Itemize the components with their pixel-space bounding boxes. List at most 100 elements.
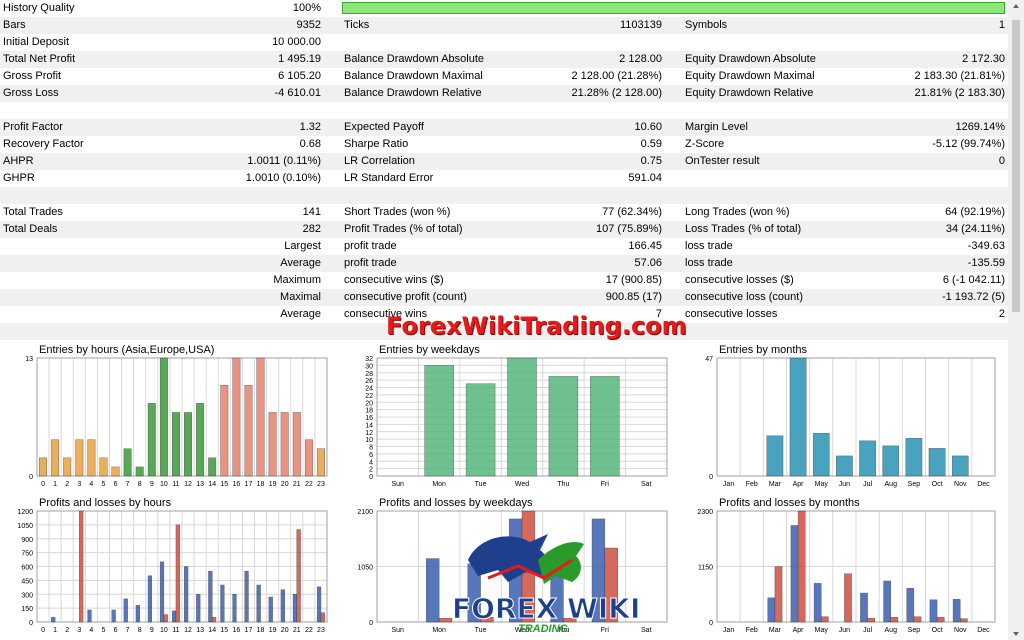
- report-value-2: 166.45: [628, 240, 662, 252]
- logo-subtitle: TRADING: [518, 623, 569, 635]
- x-tick-label: 0: [41, 481, 45, 488]
- x-tick-label: Mon: [432, 481, 446, 488]
- bar: [766, 435, 784, 477]
- report-label-1: AHPR: [3, 155, 34, 167]
- report-label-3: consecutive losses ($): [685, 274, 794, 286]
- report-label-2: Short Trades (won %): [344, 206, 451, 218]
- bar: [111, 609, 116, 623]
- bar: [208, 570, 213, 623]
- scroll-down-arrow-icon[interactable]: [1013, 632, 1019, 636]
- report-value-3: 2 183.30 (21.81%): [914, 70, 1005, 82]
- bar: [426, 558, 440, 623]
- bar: [812, 433, 830, 477]
- x-tick-label: 16: [232, 481, 240, 488]
- report-label-3: Equity Drawdown Absolute: [685, 53, 816, 65]
- scroll-up-arrow-icon[interactable]: [1013, 4, 1019, 8]
- report-label-2: Profit Trades (% of total): [344, 223, 463, 235]
- bar: [465, 383, 496, 477]
- x-tick-label: 7: [126, 627, 130, 634]
- bar: [304, 439, 313, 477]
- x-tick-label: 1: [53, 481, 57, 488]
- y-tick-label: 20: [365, 400, 373, 407]
- x-tick-label: Nov: [954, 481, 967, 488]
- bar: [952, 599, 961, 623]
- bar: [960, 618, 968, 623]
- report-label-3: Long Trades (won %): [685, 206, 790, 218]
- report-value-2: 2 128.00: [619, 53, 662, 65]
- x-tick-label: 9: [150, 481, 154, 488]
- x-tick-label: 5: [102, 481, 106, 488]
- report-value-3: 1: [998, 19, 1005, 31]
- y-tick-label: 14: [365, 422, 373, 429]
- report-value-3: 34 (24.11%): [945, 223, 1005, 235]
- bar: [883, 580, 891, 623]
- report-label-1: Total Deals: [3, 223, 58, 235]
- bar: [135, 466, 144, 477]
- y-tick-label: 0: [369, 620, 373, 627]
- report-value-2: 21.28% (2 128.00): [571, 87, 662, 99]
- chart-svg: 0 1150 2300 Jan Feb Mar Apr May Jun Jul Aug Sep Oct N…: [697, 509, 996, 634]
- report-value-1: 1.32: [299, 121, 321, 133]
- x-tick-label: 4: [89, 481, 93, 488]
- bar: [51, 617, 56, 623]
- report-label-1: Recovery Factor: [3, 138, 84, 150]
- bar: [913, 616, 922, 623]
- bar: [232, 357, 241, 477]
- report-value-2: 57.06: [634, 257, 662, 269]
- report-value-2: 17 (900.85): [605, 274, 662, 286]
- x-tick-label: Oct: [932, 627, 943, 634]
- report-label-3: consecutive loss (count): [685, 291, 803, 303]
- report-row: Gross Profit 6 105.20 Balance Drawdown Max…: [0, 68, 1008, 85]
- bar: [111, 466, 120, 477]
- report-value-1: Average: [280, 257, 321, 269]
- bar: [220, 584, 225, 623]
- x-tick-label: 23: [317, 627, 325, 634]
- chart-5: Profits and losses by months 0 1150 2300 Jan…: [680, 497, 1008, 640]
- y-tick-label: 0: [369, 474, 373, 481]
- report-label-2: profit trade: [344, 240, 397, 252]
- bar: [320, 612, 325, 623]
- report-label-2: Ticks: [344, 19, 370, 31]
- bar: [147, 575, 152, 623]
- y-tick-label: 18: [365, 408, 373, 415]
- bar: [951, 455, 969, 477]
- x-tick-label: 13: [196, 627, 204, 634]
- report-row: [0, 187, 1008, 204]
- bar: [867, 617, 875, 623]
- x-tick-label: 15: [220, 627, 228, 634]
- history-quality-value: 100%: [292, 2, 321, 14]
- bar: [296, 529, 301, 623]
- bar: [256, 584, 261, 623]
- y-tick-label: 26: [365, 378, 373, 385]
- x-tick-label: 22: [305, 481, 313, 488]
- report-label-1: GHPR: [3, 172, 35, 184]
- y-tick-label: 30: [365, 363, 373, 370]
- logo-title: FOREX WIKI: [451, 592, 641, 626]
- x-tick-label: 20: [281, 627, 289, 634]
- report-label-2: consecutive profit (count): [344, 291, 467, 303]
- x-tick-label: Sep: [908, 481, 921, 488]
- bar: [184, 412, 192, 477]
- bar: [774, 566, 783, 623]
- y-tick-label: 2: [369, 467, 373, 474]
- x-tick-label: 7: [126, 481, 130, 488]
- report-value-2: 2 128.00 (21.28%): [571, 70, 662, 82]
- report-label-1: Gross Profit: [3, 70, 62, 82]
- scrollbar-thumb[interactable]: [1012, 20, 1020, 312]
- report-value-2: 900.85 (17): [605, 291, 662, 303]
- report-value-3: 64 (92.19%): [945, 206, 1005, 218]
- x-tick-label: Wed: [515, 481, 529, 488]
- report-value-1: -4 610.01: [274, 87, 321, 99]
- report-value-2: 591.04: [628, 172, 662, 184]
- bar: [317, 448, 325, 477]
- report-label-3: loss trade: [685, 240, 733, 252]
- x-tick-label: 11: [172, 627, 179, 634]
- bar: [767, 597, 776, 623]
- bar: [890, 616, 899, 623]
- report-value-1: 1.0010 (0.10%): [245, 172, 321, 184]
- report-row: Maximum consecutive wins ($) 17 (900.85) co…: [0, 272, 1008, 289]
- bar: [147, 403, 156, 477]
- chart-svg: 0 47 Jan Feb Mar Apr May Jun Jul Aug Sep Oct Nov Dec: [705, 356, 996, 488]
- vertical-scrollbar[interactable]: [1008, 0, 1024, 640]
- report-row: Largest profit trade 166.45 loss trade -349.…: [0, 238, 1008, 255]
